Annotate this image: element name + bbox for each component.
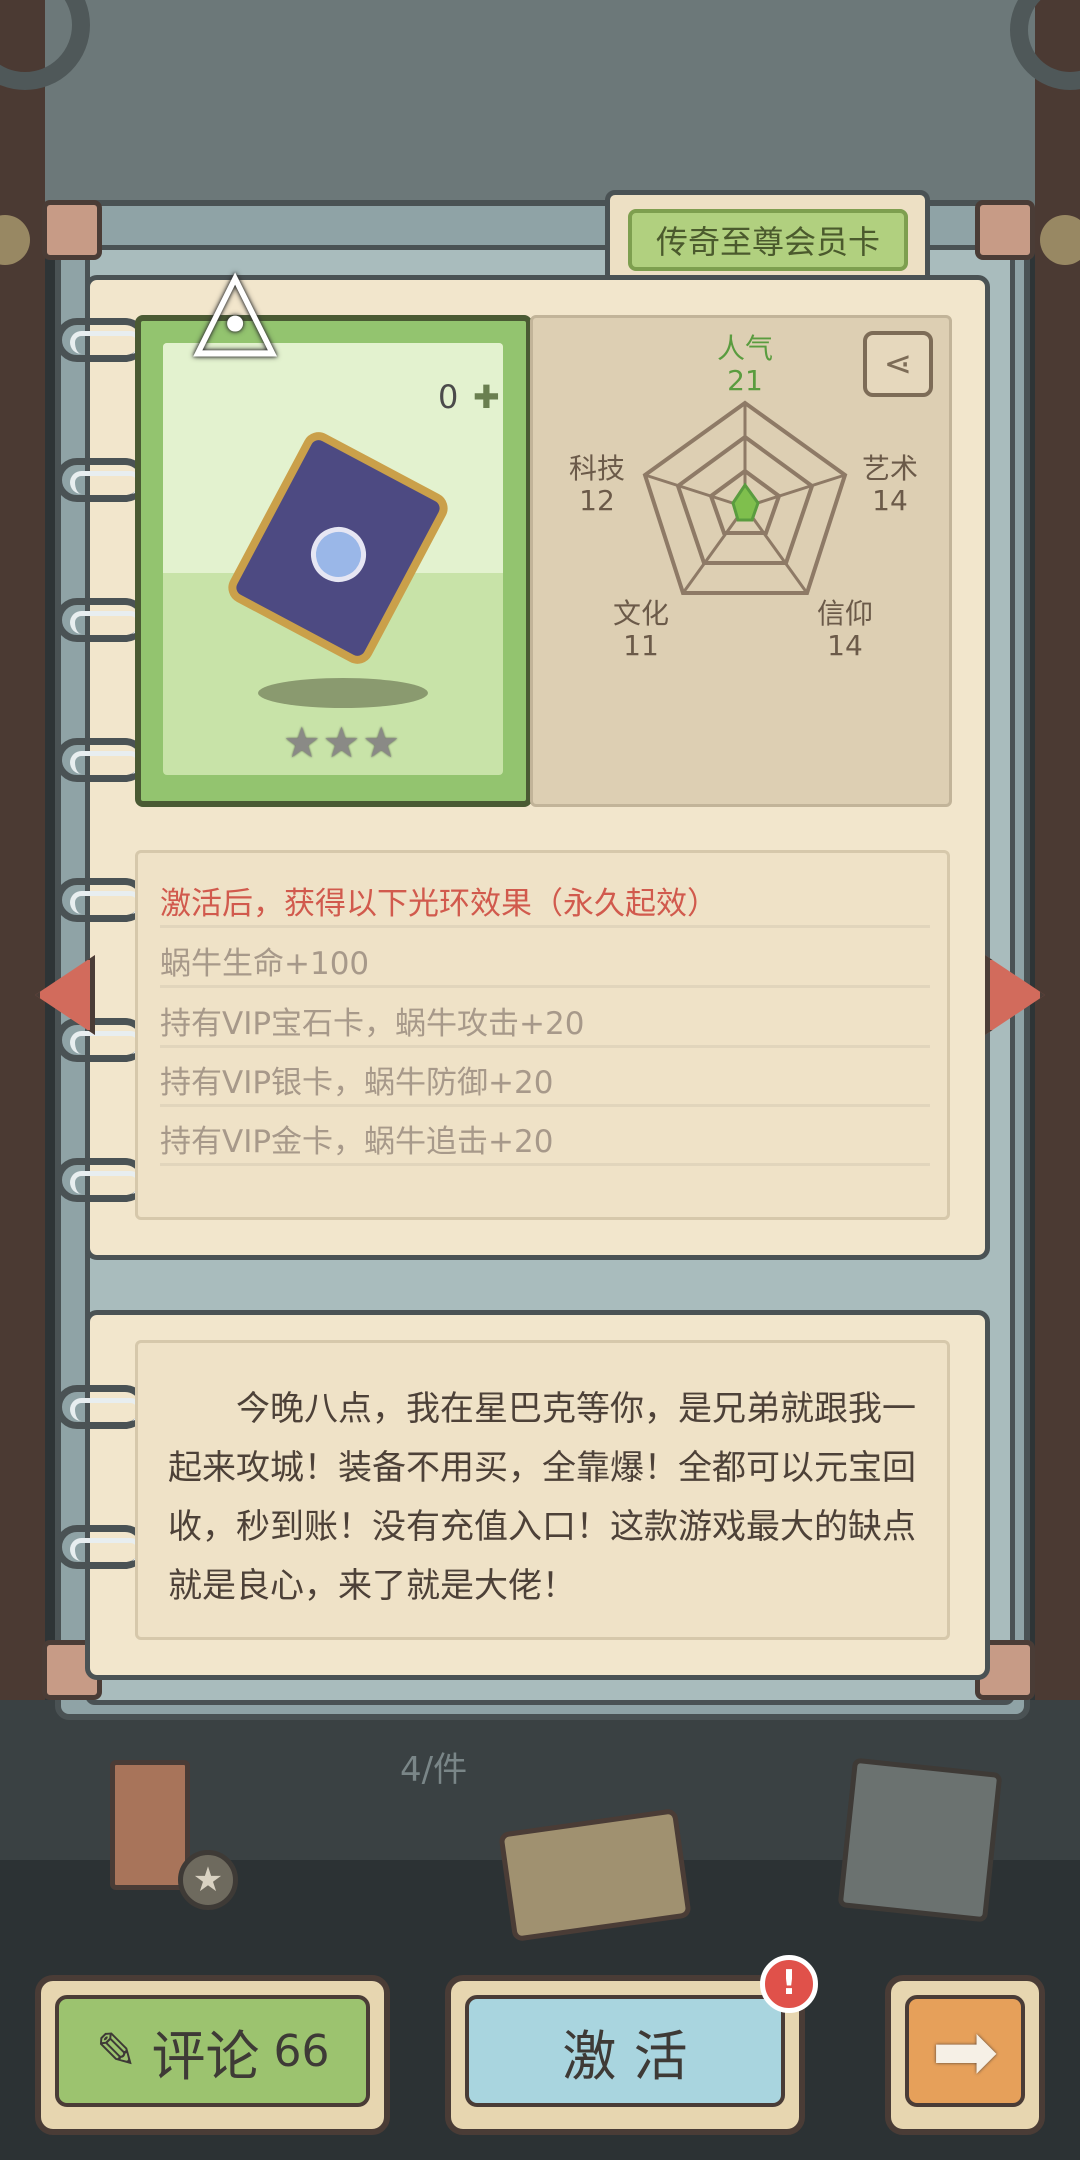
item-description: 今晚八点，我在星巴克等你，是兄弟就跟我一起来攻城！装备不用买，全靠爆！全都可以元… <box>168 1389 916 1606</box>
background-wall <box>0 0 1080 220</box>
activate-button[interactable]: 激 活 <box>445 1975 805 2135</box>
comment-label: 评论 <box>151 2024 260 2088</box>
binder-ring <box>55 598 147 642</box>
stat-popularity: 人气 21 <box>716 332 773 397</box>
binder-ring <box>55 1158 147 1202</box>
star-icon: ★ <box>362 718 400 767</box>
binder-ring <box>55 738 147 782</box>
quill-icon: ✎ <box>95 2022 138 2080</box>
arrow-right-icon: ➡ <box>931 2004 999 2098</box>
share-icon: ⋖ <box>883 344 913 384</box>
stat-culture: 文化 11 <box>612 597 669 662</box>
share-button[interactable]: ⋖ <box>863 331 933 397</box>
star-icon: ★ <box>283 718 321 767</box>
activate-label: 激 活 <box>562 2024 688 2088</box>
item-title: 传奇至尊会员卡 <box>628 209 908 271</box>
stat-tech: 科技 12 <box>568 452 625 517</box>
aura-effects-box: 激活后，获得以下光环效果（永久起效） 蜗牛生命+100 持有VIP宝石卡，蜗牛攻… <box>135 850 950 1220</box>
frame-corner <box>42 200 102 260</box>
stats-radar-fill <box>731 482 760 522</box>
effects-header: 激活后，获得以下光环效果（永久起效） <box>160 886 718 922</box>
binder-ring <box>55 1525 147 1569</box>
effect-line: 持有VIP金卡，蜗牛追击+20 <box>160 1124 554 1160</box>
stat-faith: 信仰 14 <box>816 597 873 662</box>
page-indicator: 4/件 <box>400 1750 468 1790</box>
star-rating: ★ ★ ★ <box>283 718 400 767</box>
frame-corner <box>975 200 1035 260</box>
stat-art: 艺术 14 <box>861 452 918 517</box>
star-coin-icon: ★ <box>178 1850 238 1910</box>
binder-ring <box>55 458 147 502</box>
puzzle-piece-icon: ✚ <box>473 378 500 416</box>
comment-button[interactable]: ✎ 评论 66 <box>35 1975 390 2135</box>
next-button[interactable]: ➡ <box>885 1975 1045 2135</box>
binder-ring <box>55 878 147 922</box>
binder-ring <box>55 1385 147 1429</box>
star-icon: ★ <box>322 718 361 767</box>
comment-count: 66 <box>273 2025 330 2077</box>
rank-badge-icon: ◬ <box>192 241 278 369</box>
binder-ring <box>55 1018 147 1062</box>
fragment-count: 0 <box>438 378 459 416</box>
lamp-prop <box>110 1760 190 1890</box>
effect-line: 持有VIP银卡，蜗牛防御+20 <box>160 1065 554 1101</box>
item-card[interactable]: 0 ✚ ★ ★ ★ <box>135 315 532 807</box>
alert-badge: ! <box>760 1955 818 2013</box>
binder-ring <box>55 318 147 362</box>
effect-line: 蜗牛生命+100 <box>160 946 370 982</box>
grid-book-prop <box>837 1757 1003 1923</box>
item-card-art: 0 ✚ ★ ★ ★ <box>163 343 503 775</box>
effect-line: 持有VIP宝石卡，蜗牛攻击+20 <box>160 1006 585 1042</box>
